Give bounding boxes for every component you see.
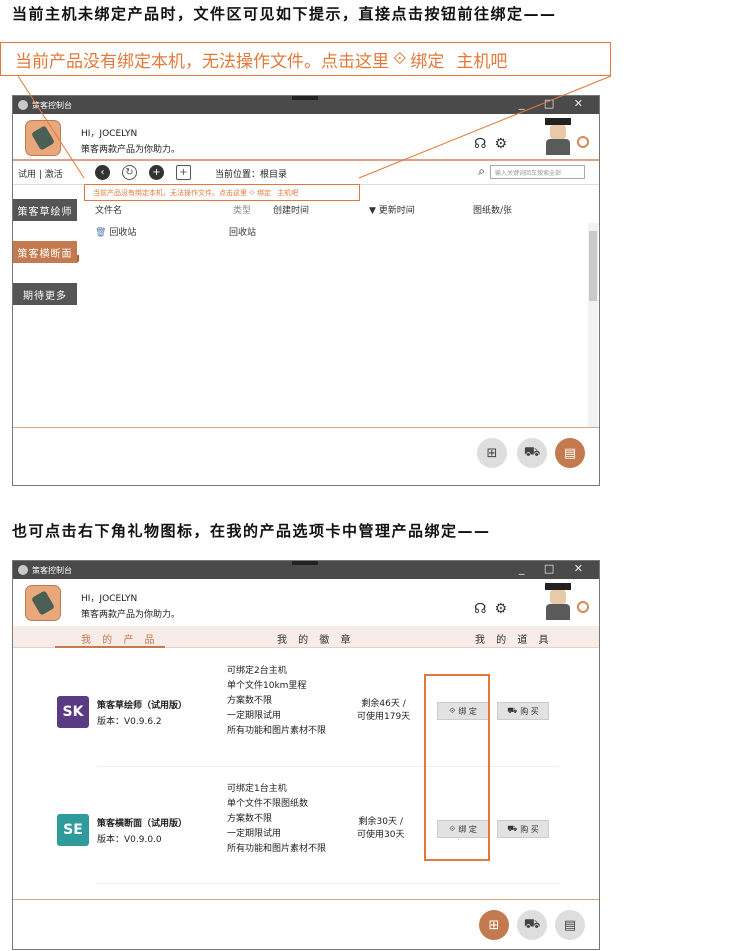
tab-my-products[interactable]: 我 的 产 品 [81,631,159,646]
tab-bar: 我 的 产 品 我 的 徽 章 我 的 道 具 [13,626,599,648]
cart-icon: ⛟ [507,824,518,833]
notice-bind-prompt[interactable]: 当前产品没有绑定本机，无法操作文件。点击这里 ⟐ 绑定 主机吧 [84,184,360,201]
notice-text-end: 主机吧 [277,189,299,197]
callout-text: 当前产品没有绑定本机，无法操作文件。点击这里 [15,51,389,72]
tagline: 策客两款产品为你助力。 [81,610,181,620]
tab-my-items[interactable]: 我 的 道 具 [475,631,553,646]
header: HI，JOCELYN 策客两款产品为你助力。 ☊⚙ [13,579,599,626]
callout-leader-lines [17,75,612,179]
document-icon[interactable]: ▤ [555,910,585,940]
divider [97,883,559,884]
cart-icon[interactable]: ⛟ [517,910,547,940]
bottom-bar: ⊞ ⛟ ▤ [13,427,599,485]
active-tab-indicator [55,646,165,648]
app-window-products: 策客控制台 _ □ ✕ HI，JOCELYN 策客两款产品为你助力。 ☊⚙ 我 … [12,560,600,950]
buy-button[interactable]: ⛟ 购 买 [497,820,549,838]
product-remaining: 剩余30天 / 可使用30天 [357,817,405,840]
product-remaining: 剩余46天 / 可使用179天 [357,699,411,722]
header-icons: ☊⚙ [474,601,515,617]
sidebar-item-more[interactable]: 期待更多 [13,283,77,305]
gift-icon[interactable]: ⊞ [477,438,507,468]
product-name: 策客草绘师（试用版） [97,701,188,711]
document-icon[interactable]: ▤ [555,438,585,468]
product-features: 可绑定2台主机 单个文件10km里程 方案数不限 一定期限试用 所有功能和图片素材不限 [227,666,327,736]
app-title: 策客控制台 [32,565,72,575]
cart-icon[interactable]: ⛟ [517,438,547,468]
cross-section-logo-icon: SE [57,814,89,846]
window-controls[interactable]: _ □ ✕ [519,562,591,575]
professor-mascot-icon [543,583,573,621]
gear-icon[interactable]: ⚙ [494,601,515,617]
bottom-bar: ⊞ ⛟ ▤ [13,899,599,949]
avatar[interactable] [25,585,61,621]
support-icon[interactable]: ☊ [474,601,494,617]
heading-second: 也可点击右下角礼物图标，在我的产品选项卡中管理产品绑定—— [12,522,491,540]
bind-buttons-highlight [424,674,490,861]
buy-button[interactable]: ⛟ 购 买 [497,702,549,720]
product-name: 策客横断面（试用版） [97,819,188,829]
bind-link-icon: ⟐ [393,49,407,69]
target-icon[interactable] [577,601,589,613]
titlebar-notch [292,561,318,565]
app-logo-icon [18,565,28,575]
bind-icon: ⟐ [249,189,257,197]
tab-my-badges[interactable]: 我 的 徽 章 [277,631,355,646]
sketcher-logo-icon: SK [57,696,89,728]
notice-bind-word: 绑定 [256,189,271,197]
product-version: 版本：V0.9.6.2 [97,717,162,727]
gift-icon[interactable]: ⊞ [479,910,509,940]
callout-text-end: 主机吧 [456,51,508,72]
titlebar: 策客控制台 _ □ ✕ [13,561,599,579]
product-version: 版本：V0.9.0.0 [97,835,162,845]
notice-text: 当前产品没有绑定本机，无法操作文件。点击这里 [93,189,247,197]
product-card-cross-section: SE 策客横断面（试用版） 版本：V0.9.0.0 可绑定1台主机 单个文件不限图… [13,774,599,884]
callout-bind-word: 绑定 [410,51,445,72]
greeting: HI，JOCELYN [81,594,138,604]
callout-box: 当前产品没有绑定本机，无法操作文件。点击这里 ⟐ 绑定 主机吧 [0,42,611,76]
product-features: 可绑定1台主机 单个文件不限图纸数 方案数不限 一定期限试用 所有功能和图片素材不限 [227,784,327,854]
product-card-sketcher: SK 策客草绘师（试用版） 版本：V0.9.6.2 可绑定2台主机 单个文件10k… [13,656,599,766]
cart-icon: ⛟ [507,706,518,715]
